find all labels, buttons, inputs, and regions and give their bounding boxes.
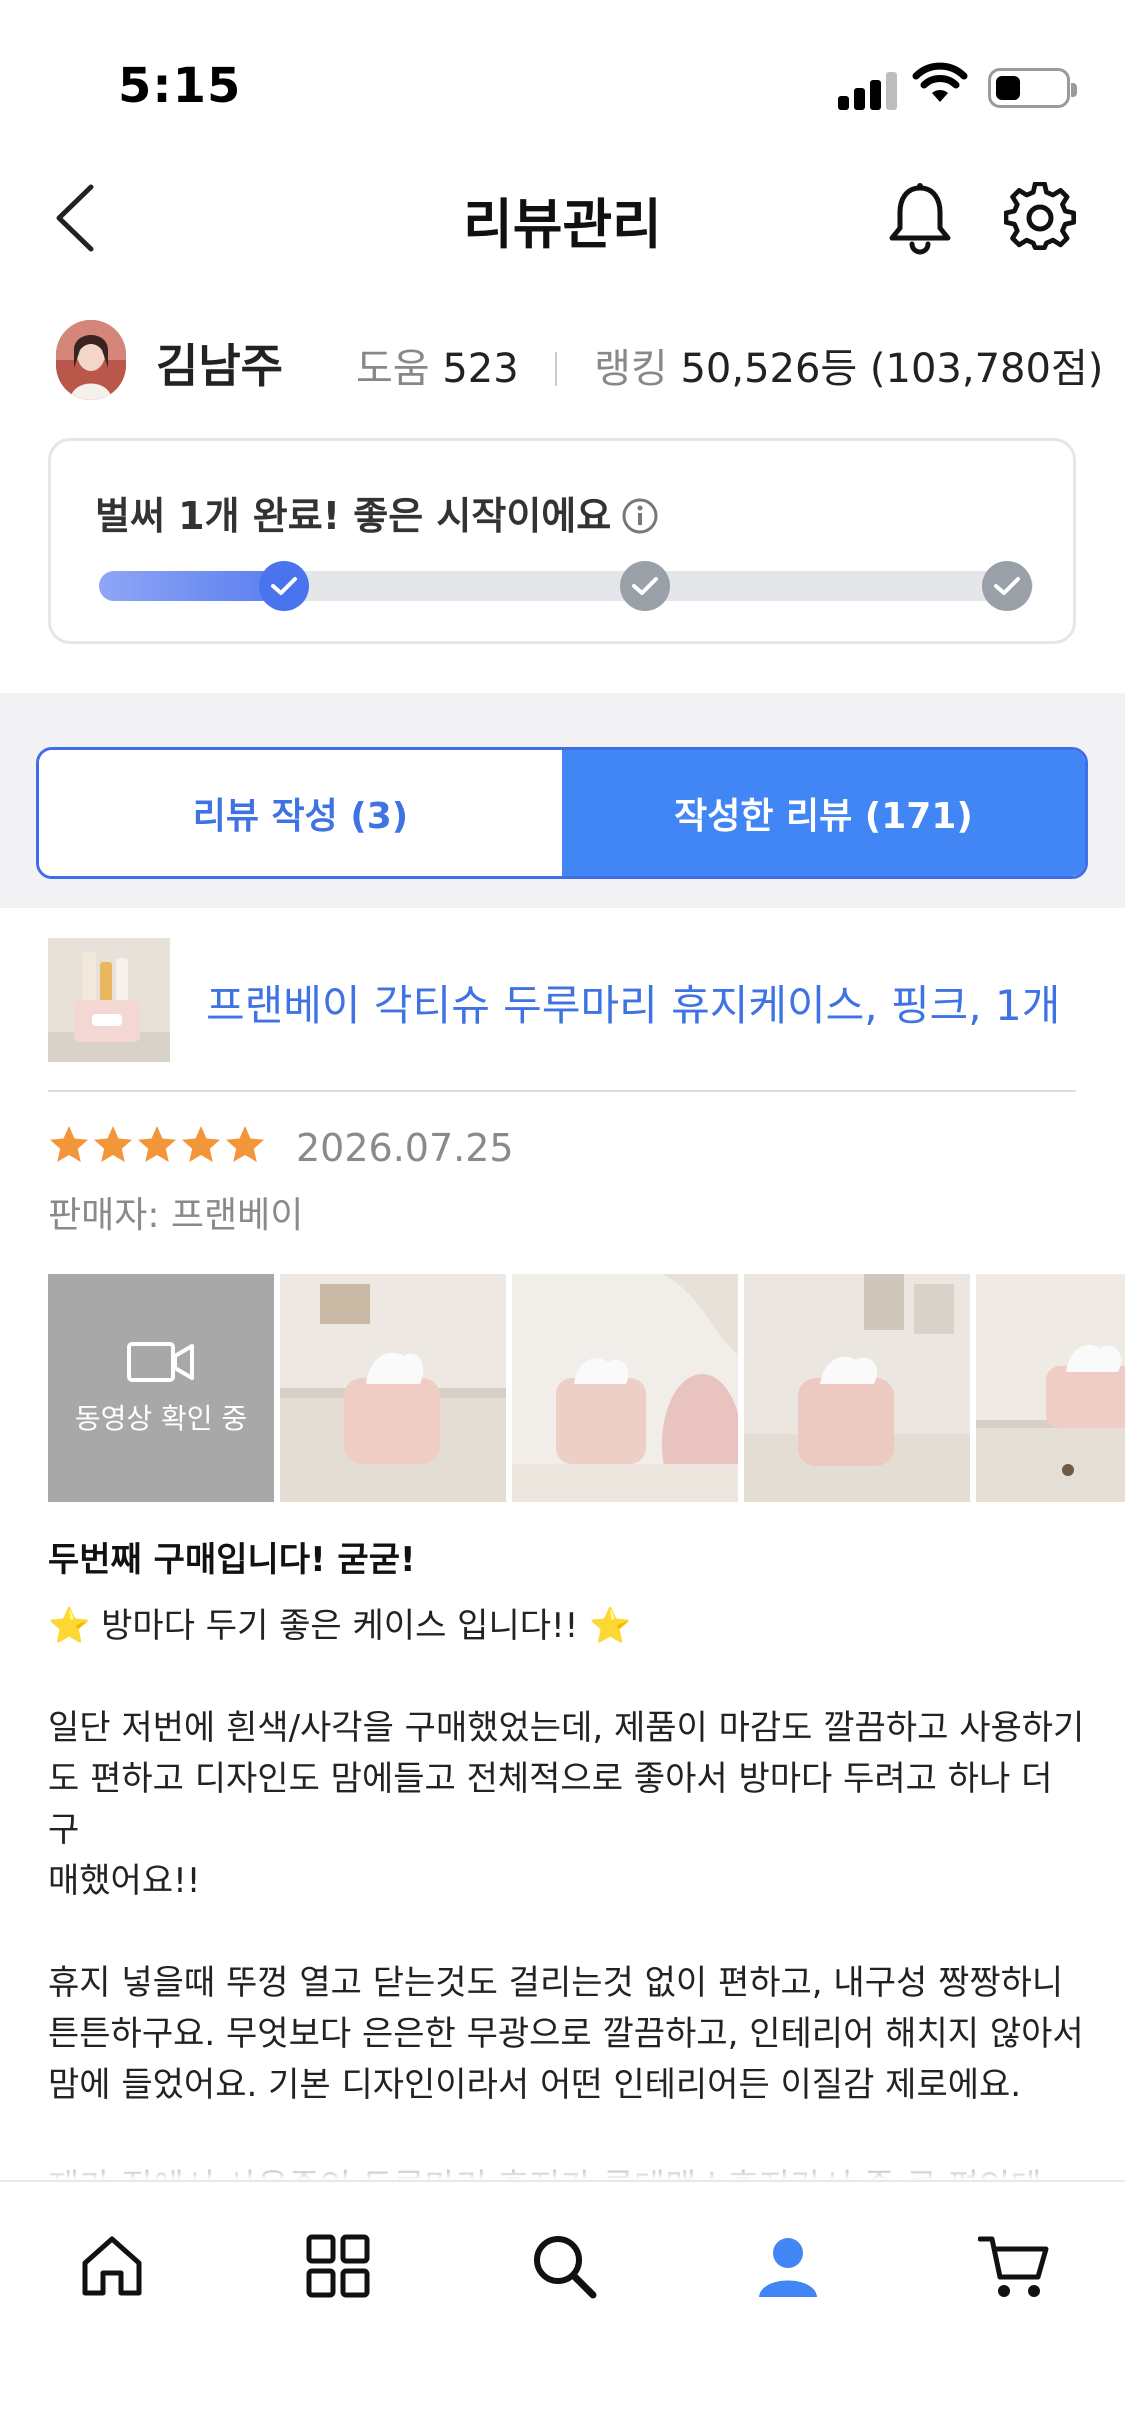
user-name: 김남주 <box>156 339 283 393</box>
check-icon <box>632 577 659 595</box>
product-image <box>48 938 170 1062</box>
progress-track <box>99 561 1033 611</box>
video-camera-icon <box>127 1342 194 1382</box>
divider <box>48 1090 1076 1092</box>
status-time: 5:15 <box>118 58 242 114</box>
check-icon <box>993 577 1020 595</box>
tissue-case-photo <box>280 1274 506 1502</box>
star-icon <box>50 1126 88 1162</box>
nav-home[interactable] <box>72 2226 152 2306</box>
wifi-icon <box>912 62 968 102</box>
review-body: 두번째 구매입니다! 굳굳! ⭐ 방마다 두기 좋은 케이스 입니다!! ⭐ 일… <box>48 1532 1088 2180</box>
tab-write-review[interactable]: 리뷰 작성 (3) <box>39 750 562 876</box>
star-icon <box>182 1126 220 1162</box>
ranking-value: 50,526등 (103,780점) <box>680 346 1104 392</box>
review-text-line: 맘에 들었어요. 기본 디자인이라서 어떤 인테리어든 이질감 제로에요. <box>48 2065 1022 2105</box>
tissue-case-photo <box>744 1274 970 1502</box>
review-tabs: 리뷰 작성 (3) 작성한 리뷰 (171) <box>36 747 1088 879</box>
bottom-navigation <box>0 2180 1125 2436</box>
video-status-label: 동영상 확인 중 <box>74 1402 248 1435</box>
nav-my-page[interactable] <box>748 2226 828 2306</box>
app-header: 리뷰관리 <box>0 160 1125 270</box>
my-page-icon <box>759 2238 817 2297</box>
categories-icon <box>306 2234 370 2298</box>
nav-search[interactable] <box>524 2226 604 2306</box>
tab-written-reviews[interactable]: 작성한 리뷰 (171) <box>562 750 1085 876</box>
page-title: 리뷰관리 <box>463 193 662 256</box>
star-icon <box>138 1126 176 1162</box>
tabs-section: 리뷰 작성 (3) 작성한 리뷰 (171) <box>0 693 1125 908</box>
info-icon[interactable] <box>621 497 659 535</box>
status-bar: 5:15 <box>0 0 1125 150</box>
review-photo[interactable] <box>280 1274 506 1502</box>
help-count: 523 <box>442 346 519 392</box>
avatar[interactable] <box>56 320 126 400</box>
review-text-line: 일단 저번에 흰색/사각을 구매했었는데, 제품이 마감도 깔끔하고 사용하기 <box>48 1708 1085 1748</box>
review-subheadline: ⭐ 방마다 두기 좋은 케이스 입니다!! ⭐ <box>48 1606 632 1646</box>
seller-name: 판매자: 프랜베이 <box>48 1195 304 1236</box>
review-media-strip[interactable]: 동영상 확인 중 <box>48 1274 1125 1502</box>
gear-icon <box>1003 181 1077 251</box>
review-text-line: 매했어요!! <box>48 1861 201 1901</box>
product-title-link[interactable]: 프랜베이 각티슈 두루마리 휴지케이스, 핑크, 1개 <box>206 972 1060 1033</box>
home-icon <box>82 2236 142 2296</box>
review-text-line: 휴지 넣을때 뚜껑 열고 닫는것도 걸리는것 없이 편하고, 내구성 짱짱하니 <box>48 1963 1064 2003</box>
review-photo[interactable] <box>512 1274 738 1502</box>
review-headline: 두번째 구매입니다! 굳굳! <box>48 1540 416 1580</box>
product-thumbnail[interactable] <box>48 938 170 1062</box>
progress-title: 벌써 1개 완료! 좋은 시작이에요 <box>95 494 612 538</box>
review-photo[interactable] <box>976 1274 1125 1502</box>
progress-card: 벌써 1개 완료! 좋은 시작이에요 <box>48 438 1076 644</box>
help-label: 도움 <box>356 346 430 392</box>
review-text-line: 도 편하고 디자인도 맘에들고 전체적으로 좋아서 방마다 두려고 하나 더 구 <box>48 1759 1064 1850</box>
progress-step-2 <box>620 561 671 611</box>
cart-icon <box>978 2236 1049 2297</box>
cellular-signal-icon <box>838 70 898 110</box>
notification-button[interactable] <box>886 180 954 256</box>
progress-step-1 <box>258 561 309 611</box>
progress-title-row: 벌써 1개 완료! 좋은 시작이에요 <box>95 485 659 540</box>
star-rating <box>48 1124 266 1166</box>
star-icon <box>226 1126 264 1162</box>
check-icon <box>270 577 297 595</box>
progress-fill <box>99 571 284 601</box>
search-icon <box>534 2236 597 2299</box>
nav-cart[interactable] <box>974 2226 1054 2306</box>
ranking-label: 랭킹 <box>594 346 668 392</box>
progress-step-3 <box>981 561 1032 611</box>
stats-divider <box>555 352 558 386</box>
bell-icon <box>889 183 951 255</box>
video-thumbnail[interactable]: 동영상 확인 중 <box>48 1274 274 1502</box>
tissue-case-photo <box>976 1274 1125 1502</box>
star-icon <box>94 1126 132 1162</box>
tissue-case-photo <box>512 1274 738 1502</box>
review-photo[interactable] <box>744 1274 970 1502</box>
scroll-fade <box>0 2140 1125 2180</box>
battery-icon <box>988 68 1077 108</box>
settings-button[interactable] <box>1003 181 1077 254</box>
nav-categories[interactable] <box>298 2226 378 2306</box>
review-date: 2026.07.25 <box>296 1126 514 1170</box>
review-paragraphs: 일단 저번에 흰색/사각을 구매했었는데, 제품이 마감도 깔끔하고 사용하기도… <box>48 1652 1088 2180</box>
review-text-line: 튼튼하구요. 무엇보다 은은한 무광으로 깔끔하고, 인테리어 해치지 않아서 <box>48 2014 1084 2054</box>
profile-photo <box>56 320 126 400</box>
user-stats: 도움 523 랭킹 50,526등 (103,780점) <box>356 336 1103 394</box>
